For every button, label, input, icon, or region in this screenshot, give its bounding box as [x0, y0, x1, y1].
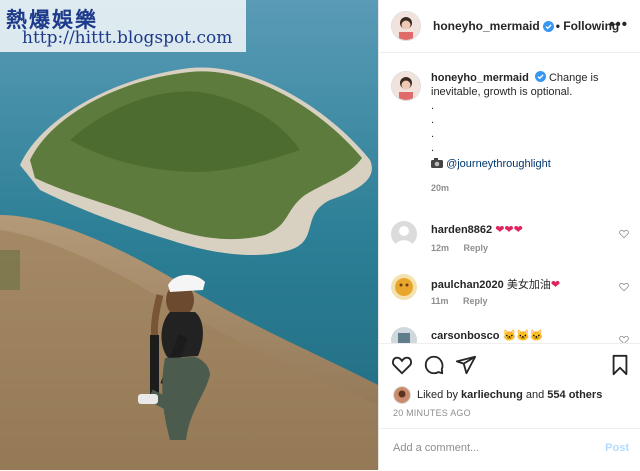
add-comment-input[interactable] — [391, 441, 585, 455]
comment-item: harden8862 ❤❤❤ 12m Reply — [391, 221, 631, 261]
liked-prefix: Liked by — [417, 389, 458, 401]
commenter-username[interactable]: harden8862 — [431, 224, 492, 236]
commenter-avatar[interactable] — [391, 221, 417, 247]
more-options-icon[interactable]: ••• — [609, 16, 628, 33]
reply-button[interactable]: Reply — [464, 243, 489, 253]
verified-badge-icon — [542, 20, 554, 32]
comments-section[interactable]: honeyho_mermaid Change is inevitable, gr… — [379, 53, 640, 343]
watermark: 熱爆娛樂 http://hittt.blogspot.com — [0, 0, 246, 52]
caption-time: 20m — [431, 183, 450, 193]
likes-summary: Liked by karliechung and 554 others — [393, 386, 602, 404]
like-comment-heart-icon[interactable] — [619, 282, 629, 292]
comment-text: 美女加油 — [506, 279, 551, 291]
caption-dot-2: . — [431, 114, 435, 126]
comment-time: 12m — [431, 243, 450, 253]
liked-others-link[interactable]: 554 others — [547, 389, 602, 401]
caption-dot-4: . — [431, 142, 435, 154]
commenter-avatar[interactable] — [391, 327, 417, 343]
author-avatar[interactable] — [391, 11, 421, 41]
caption-dot-1: . — [431, 100, 435, 112]
like-heart-icon[interactable] — [391, 354, 413, 376]
caption-avatar[interactable] — [391, 71, 421, 101]
like-comment-heart-icon[interactable] — [619, 335, 629, 343]
watermark-url: http://hittt.blogspot.com — [22, 28, 233, 48]
author-username[interactable]: honeyho_mermaid — [433, 19, 540, 33]
liked-user-link[interactable]: karliechung — [461, 389, 523, 401]
post-header: honeyho_mermaid • Following ••• — [379, 0, 640, 53]
caption-dot-3: . — [431, 128, 435, 140]
post-comment-button[interactable]: Post — [605, 442, 629, 454]
comment-item: carsonbosco 🐱🐱🐱 — [391, 327, 631, 343]
commenter-username[interactable]: paulchan2020 — [431, 279, 504, 291]
add-comment-bar: Post — [379, 428, 640, 471]
action-icons — [391, 354, 631, 380]
liked-and: and — [525, 389, 545, 401]
heart-emoji-icon: ❤ — [550, 279, 561, 291]
commenter-avatar[interactable] — [391, 274, 417, 300]
reply-button[interactable]: Reply — [463, 296, 488, 306]
landscape-photo — [0, 0, 378, 470]
instagram-post: 熱爆娛樂 http://hittt.blogspot.com honeyho_m… — [0, 0, 640, 470]
liker-avatar[interactable] — [393, 386, 411, 404]
camera-emoji-icon — [431, 158, 443, 168]
share-send-icon[interactable] — [455, 354, 477, 376]
mention-link[interactable]: @journeythroughlight — [446, 158, 551, 170]
commenter-username[interactable]: carsonbosco — [431, 330, 499, 342]
comment-time: 11m — [431, 296, 449, 306]
cat-emoji-icon: 🐱🐱🐱 — [502, 330, 544, 342]
caption-username[interactable]: honeyho_mermaid — [431, 72, 529, 84]
post-side-panel: honeyho_mermaid • Following ••• honeyho_… — [378, 0, 640, 470]
verified-badge-icon — [534, 71, 546, 82]
post-timestamp: 20 MINUTES AGO — [393, 408, 471, 418]
post-photo[interactable]: 熱爆娛樂 http://hittt.blogspot.com — [0, 0, 378, 470]
post-actions: Liked by karliechung and 554 others 20 M… — [379, 343, 640, 470]
save-bookmark-icon[interactable] — [609, 354, 631, 376]
like-comment-heart-icon[interactable] — [619, 229, 629, 239]
comment-bubble-icon[interactable] — [423, 354, 445, 376]
comment-item: paulchan2020 美女加油❤ 11m Reply — [391, 274, 631, 314]
heart-emoji-icon: ❤❤❤ — [495, 224, 523, 236]
